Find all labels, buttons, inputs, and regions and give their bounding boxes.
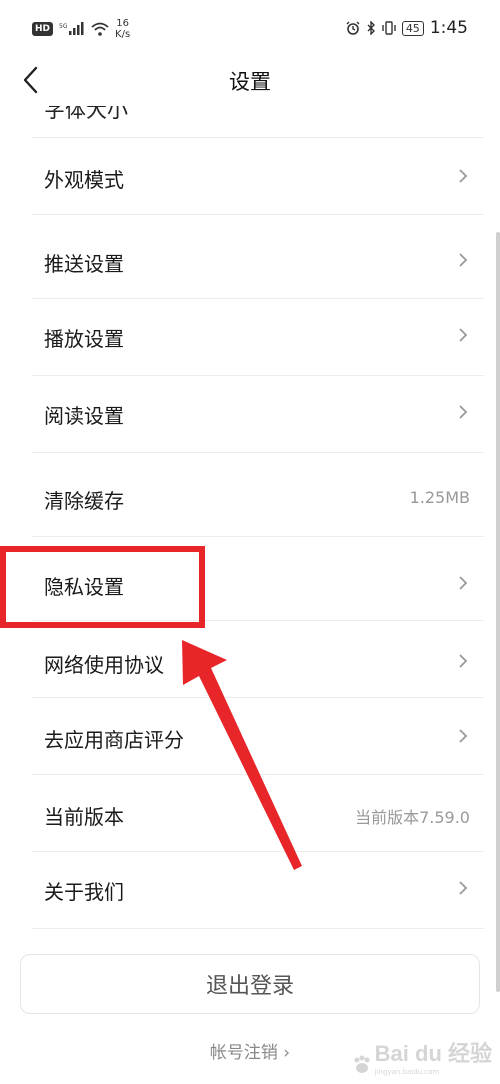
hd-badge: HD <box>32 22 54 36</box>
watermark: Bai du 经验 jingyan.baidu.com <box>351 1036 492 1076</box>
settings-row-reading[interactable]: 阅读设置 <box>32 376 484 453</box>
chevron-right-icon <box>459 729 468 743</box>
vibrate-icon <box>382 21 396 35</box>
chevron-right-icon <box>459 405 468 419</box>
paw-logo-icon <box>354 1055 370 1073</box>
row-label: 当前版本 <box>44 805 124 829</box>
settings-row-partial-label: 字体大小 <box>44 106 128 122</box>
version-value: 当前版本7.59.0 <box>355 808 470 827</box>
chevron-right-icon <box>459 881 468 895</box>
chevron-right-icon <box>459 576 468 590</box>
status-left: HD 5G 16 K/s <box>32 18 130 40</box>
settings-row-partial[interactable]: 字体大小 <box>32 106 484 138</box>
scrollbar[interactable] <box>496 232 500 992</box>
page-title: 设置 <box>229 70 271 94</box>
logout-button[interactable]: 退出登录 <box>20 954 480 1014</box>
row-label: 播放设置 <box>44 327 124 351</box>
row-label: 阅读设置 <box>44 404 124 428</box>
chevron-right-icon <box>459 253 468 267</box>
settings-row-appearance[interactable]: 外观模式 <box>32 138 484 215</box>
chevron-right-icon <box>459 169 468 183</box>
row-label: 去应用商店评分 <box>44 728 184 752</box>
settings-row-about[interactable]: 关于我们 <box>32 852 484 929</box>
settings-row-network-agreement[interactable]: 网络使用协议 <box>32 621 484 698</box>
annotation-highlight-box <box>0 546 205 628</box>
row-label: 外观模式 <box>44 168 124 192</box>
row-label: 关于我们 <box>44 880 124 904</box>
settings-row-version[interactable]: 当前版本 当前版本7.59.0 <box>32 775 484 852</box>
chevron-right-icon <box>459 654 468 668</box>
net-speed-value: 16 <box>116 18 129 29</box>
settings-row-clear-cache[interactable]: 清除缓存 1.25MB <box>32 453 484 537</box>
chevron-right-icon <box>459 328 468 342</box>
net-speed-unit: K/s <box>115 29 131 40</box>
bluetooth-icon <box>367 21 375 35</box>
net-speed: 16 K/s <box>115 18 130 40</box>
clock: 1:45 <box>429 18 468 38</box>
alarm-icon <box>346 21 360 35</box>
nav-bar: 设置 <box>0 56 500 106</box>
row-label: 网络使用协议 <box>44 653 164 677</box>
settings-row-push[interactable]: 推送设置 <box>32 222 484 299</box>
watermark-text: Bai du 经验 <box>374 1041 492 1066</box>
row-label: 清除缓存 <box>44 489 124 513</box>
status-right: 45 1:45 <box>346 18 468 38</box>
wifi-icon <box>91 22 109 36</box>
watermark-sub: jingyan.baidu.com <box>374 1068 440 1076</box>
row-label: 推送设置 <box>44 252 124 276</box>
status-bar: HD 5G 16 K/s 45 1:45 <box>0 0 500 56</box>
battery-indicator: 45 <box>401 20 424 36</box>
settings-row-rate-app[interactable]: 去应用商店评分 <box>32 698 484 775</box>
svg-text:5G: 5G <box>59 23 68 30</box>
settings-row-playback[interactable]: 播放设置 <box>32 299 484 376</box>
cache-size-value: 1.25MB <box>409 488 470 507</box>
signal-icon: 5G <box>59 22 84 35</box>
